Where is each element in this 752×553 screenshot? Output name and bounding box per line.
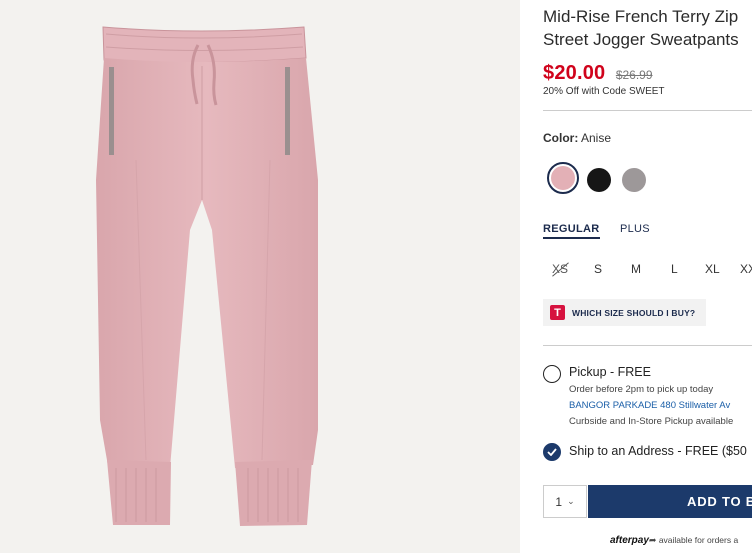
pickup-store-link[interactable]: BANGOR PARKADE 480 Stillwater Av [569,400,730,411]
swatch-gray[interactable] [622,168,646,192]
divider [543,345,752,346]
price-row: $20.00 $26.99 [543,62,752,85]
divider [543,110,752,111]
size-s[interactable]: S [594,262,602,276]
color-swatches [543,162,752,198]
chevron-down-icon: ⌄ [567,496,575,506]
product-info-panel: Mid-Rise French Terry Zip Street Jogger … [543,0,752,553]
size-xl[interactable]: XL [705,262,720,276]
original-price: $26.99 [615,68,653,82]
size-guide-icon: T [550,305,565,320]
product-title: Mid-Rise French Terry Zip Street Jogger … [543,5,752,51]
color-label-key: Color: [543,131,579,145]
add-to-bag-label: ADD TO B [687,494,752,509]
fit-tabs: REGULAR PLUS [543,223,752,243]
sale-price: $20.00 [543,62,606,84]
checkmark-icon [547,448,557,456]
afterpay-arrow-icon: ➦ [648,535,657,545]
quantity-select[interactable]: 1 ⌄ [543,485,587,518]
size-selector: XS S M L XL XX [543,262,752,280]
size-guide-label: WHICH SIZE SHOULD I BUY? [572,307,696,318]
size-xs[interactable]: XS [552,262,568,276]
ship-title: Ship to an Address - FREE ($50 [569,444,747,458]
promo-text: 20% Off with Code SWEET [543,86,665,97]
size-m[interactable]: M [631,262,641,276]
pink-sweatpants-image [96,26,318,526]
swatch-anise[interactable] [547,162,579,194]
pickup-title: Pickup - FREE [569,365,651,379]
swatch-black[interactable] [587,168,611,192]
tab-regular[interactable]: REGULAR [543,223,600,239]
product-image[interactable] [0,0,520,553]
ship-radio[interactable] [543,443,561,461]
afterpay-logo: afterpay [610,535,649,546]
size-guide-button[interactable]: T WHICH SIZE SHOULD I BUY? [543,299,706,326]
product-title-line1: Mid-Rise French Terry Zip [543,7,739,26]
add-to-bag-button[interactable]: ADD TO B [588,485,752,518]
size-xx[interactable]: XX [740,262,752,276]
selected-color-name: Anise [581,131,612,145]
product-title-line2: Street Jogger Sweatpants [543,30,739,49]
color-label: Color: Anise [543,131,611,145]
pickup-availability-text: Curbside and In-Store Pickup available [569,416,734,427]
afterpay-text: available for orders a [658,535,739,545]
quantity-value: 1 [555,494,563,509]
pickup-radio[interactable] [543,365,561,383]
size-l[interactable]: L [671,262,678,276]
afterpay-message: afterpay➦ available for orders a [610,535,738,546]
pickup-cutoff-text: Order before 2pm to pick up today [569,384,714,395]
tab-plus[interactable]: PLUS [620,223,650,235]
